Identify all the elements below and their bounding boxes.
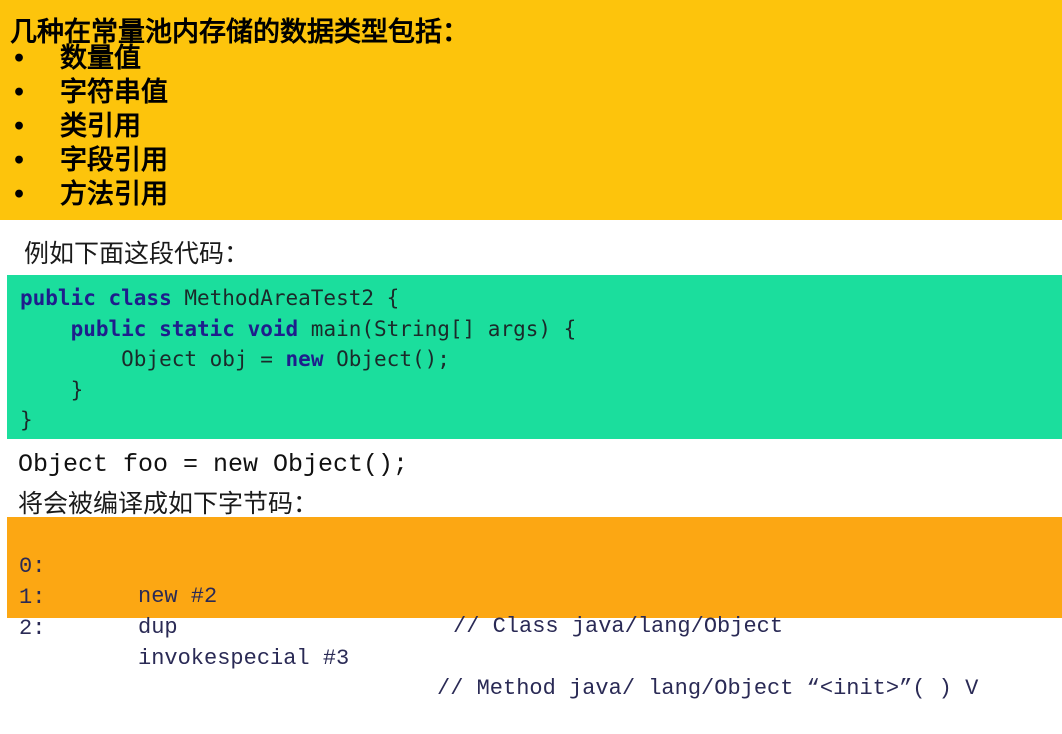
bullet-icon: • — [12, 182, 27, 208]
source-code: public class MethodAreaTest2 { public st… — [20, 283, 576, 436]
data-types-box: 几种在常量池内存储的数据类型包括： • 数量值 • 字符串值 • 类引用 • 字段引用 … — [0, 0, 1062, 220]
object-line: Object foo = new Object(); — [18, 450, 409, 479]
code-line-2: public static void main(String[] args) { — [70, 316, 577, 341]
bullet-icon: • — [12, 80, 27, 106]
bytecode-box: 0: new #2 // Class java/lang/Object 1: d… — [7, 517, 1062, 701]
bytecode-row: 1: dup — [19, 585, 178, 640]
example-caption: 例如下面这段代码： — [24, 239, 250, 268]
code-line-1: public class MethodAreaTest2 { — [20, 286, 400, 310]
code-line-3: Object obj = new Object(); — [121, 347, 450, 371]
bullet-icon: • — [12, 148, 27, 174]
bullet-icon: • — [12, 114, 27, 140]
bytecode-caption: 将会被编译成如下字节码： — [18, 489, 319, 518]
code-line-5: } — [20, 408, 33, 432]
source-code-box: public class MethodAreaTest2 { public st… — [7, 275, 1062, 439]
bytecode-row: 2: invokespecial #3 // Method java/ lang… — [19, 616, 979, 701]
code-line-4: } — [70, 377, 84, 402]
bullet-icon: • — [12, 46, 27, 72]
bytecode-row: 0: new #2 // Class java/lang/Object — [19, 554, 784, 639]
